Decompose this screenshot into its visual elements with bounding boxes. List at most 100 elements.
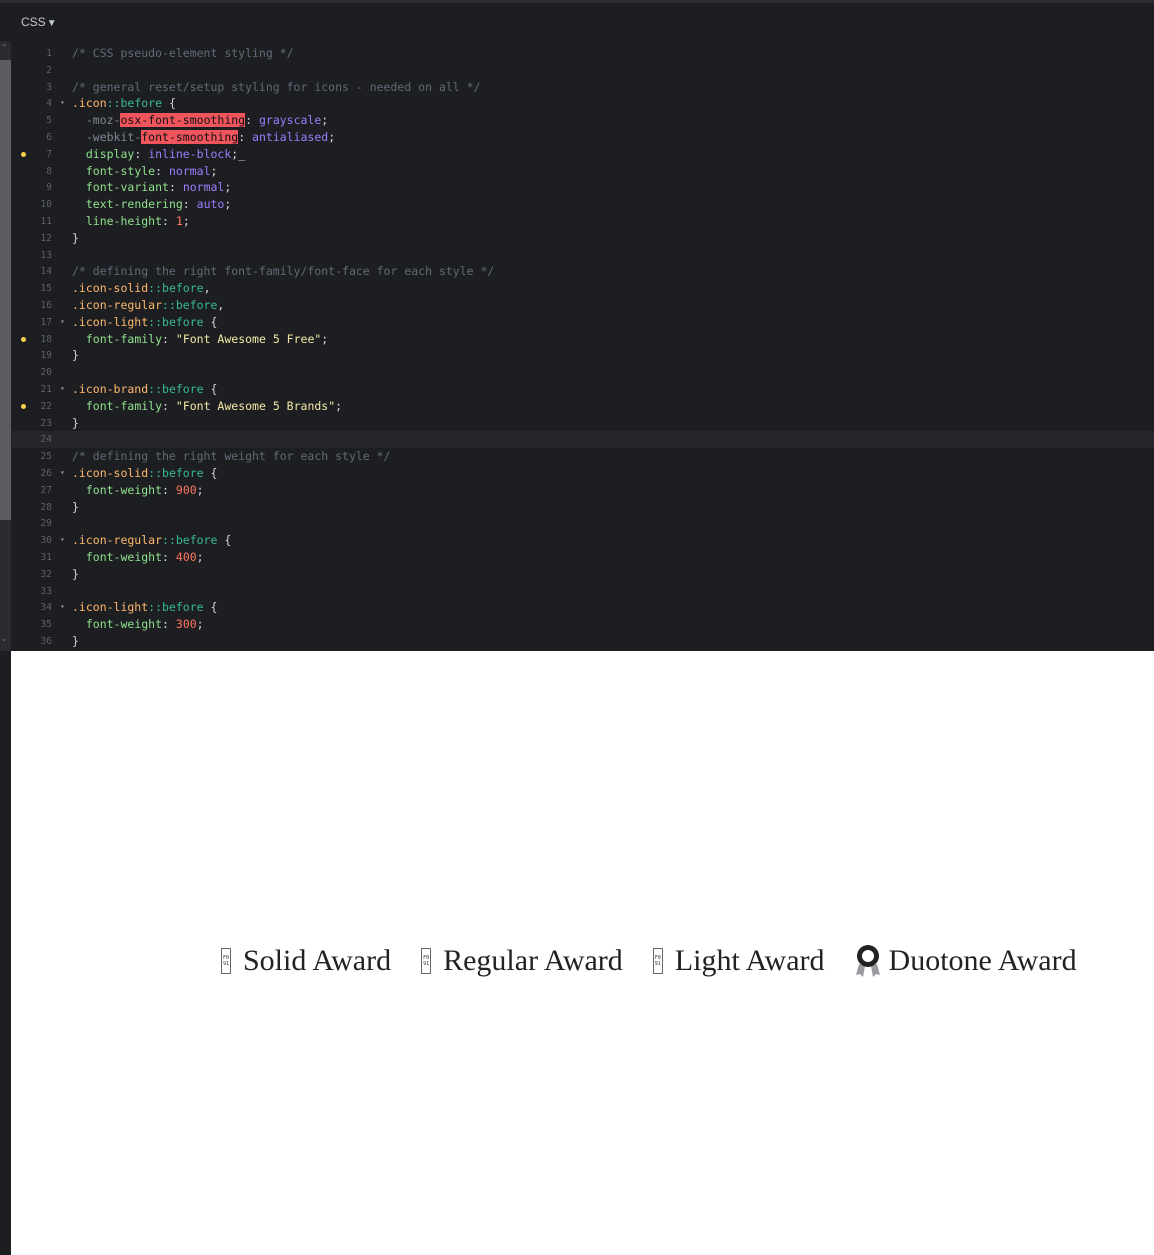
code-token: .icon-solid	[72, 281, 149, 296]
code-line[interactable]: 6 -webkit-font-smoothing: antialiased;	[11, 129, 1154, 146]
code-line[interactable]: 28}	[11, 499, 1154, 516]
code-line[interactable]: 14 /* defining the right font-family/font…	[11, 263, 1154, 280]
code-token: }	[72, 633, 79, 648]
modified-dot-icon	[21, 403, 26, 409]
code-token: line-height	[85, 213, 163, 228]
code-text: text-rendering: auto;	[72, 196, 231, 213]
code-text: }	[72, 499, 79, 516]
code-token: :	[162, 213, 176, 228]
code-line[interactable]: 26 ▾ .icon-solid::before {	[11, 465, 1154, 482]
code-line[interactable]: 24	[11, 431, 1154, 449]
fold-toggle-icon[interactable]: ▾	[60, 381, 65, 398]
scrollbar-thumb[interactable]	[0, 60, 11, 520]
missing-glyph-icon: F0 91	[652, 948, 663, 974]
code-token: ;	[321, 331, 329, 346]
code-token: normal	[168, 163, 211, 178]
code-token: font-smoothing	[141, 129, 239, 144]
fold-toggle-icon[interactable]: ▾	[60, 314, 65, 331]
fold-toggle-icon[interactable]: ▾	[60, 599, 65, 616]
code-token: auto	[196, 197, 225, 212]
code-line[interactable]: 13	[11, 247, 1154, 264]
code-line[interactable]: 35 font-weight: 300;	[11, 616, 1154, 633]
code-text: }	[72, 566, 79, 583]
code-token: :	[162, 617, 176, 632]
code-line[interactable]: 23}	[11, 415, 1154, 432]
code-token: :	[134, 146, 149, 161]
code-line[interactable]: 2	[11, 62, 1154, 79]
line-number: 27	[40, 484, 52, 496]
code-line[interactable]: 8 font-style: normal;	[11, 163, 1154, 180]
code-line[interactable]: 7 display: inline-block;_	[11, 146, 1154, 163]
code-token: ;	[182, 213, 190, 228]
code-text: .icon-light::before {	[72, 599, 217, 616]
code-token: ::before	[162, 533, 218, 548]
chevron-up-icon[interactable]: ⌃	[1, 43, 8, 52]
code-line[interactable]: 29	[11, 515, 1154, 532]
code-token: :	[182, 197, 197, 212]
code-token: 400	[175, 549, 197, 564]
code-line[interactable]: 12}	[11, 230, 1154, 247]
line-number: 2	[46, 64, 52, 76]
code-token: antialiased	[252, 129, 329, 144]
code-token: 900	[175, 482, 197, 497]
code-line[interactable]: 30 ▾ .icon-regular::before {	[11, 532, 1154, 549]
code-text: /* general reset/setup styling for icons…	[72, 79, 481, 96]
code-line[interactable]: 33	[11, 583, 1154, 600]
code-line[interactable]: 11 line-height: 1;	[11, 213, 1154, 230]
awards-row: F0 91 Solid Award F0 91 Regular Award F0 91 L…	[221, 941, 1077, 981]
code-line[interactable]: 19}	[11, 347, 1154, 364]
code-line[interactable]: 17 ▾ .icon-light::before {	[11, 314, 1154, 331]
fold-toggle-icon[interactable]: ▾	[60, 95, 65, 112]
code-line[interactable]: 4 ▾ .icon::before {	[11, 95, 1154, 112]
line-number: 33	[40, 585, 52, 597]
award-item: Duotone Award	[855, 944, 1077, 978]
code-line[interactable]: 27 font-weight: 900;	[11, 482, 1154, 499]
caret-down-icon: ▼	[46, 18, 57, 29]
code-line[interactable]: 18 font-family: "Font Awesome 5 Free";	[11, 331, 1154, 348]
line-number: 26	[40, 467, 52, 479]
code-area[interactable]: 1/* CSS pseudo-element styling */2 3/* ge…	[11, 45, 1154, 650]
line-number: 23	[40, 417, 52, 429]
code-token: }	[72, 348, 79, 363]
code-token: ,	[203, 281, 211, 296]
code-line[interactable]: 1 /* CSS pseudo-element styling */	[11, 45, 1154, 62]
code-line[interactable]: 16 .icon-regular::before,	[11, 297, 1154, 314]
code-line[interactable]: 15 .icon-solid::before,	[11, 280, 1154, 297]
code-token: }	[72, 230, 79, 245]
award-label: Duotone Award	[888, 944, 1077, 977]
code-line[interactable]: 31 font-weight: 400;	[11, 549, 1154, 566]
code-text: font-variant: normal;	[72, 179, 231, 196]
code-line[interactable]: 5 -moz-osx-font-smoothing: grayscale;	[11, 112, 1154, 129]
code-line[interactable]: 34 ▾ .icon-light::before {	[11, 599, 1154, 616]
chevron-down-icon[interactable]: ⌄	[1, 634, 8, 643]
code-token: .icon	[72, 96, 107, 111]
code-token: :	[155, 163, 169, 178]
line-number: 25	[40, 451, 52, 463]
code-line[interactable]: 25 /* defining the right weight for each …	[11, 448, 1154, 465]
line-number: 9	[46, 182, 52, 194]
code-line[interactable]: 32}	[11, 566, 1154, 583]
css-editor-pane[interactable]: CSS▼ ⌃ ⌄ 1 /* CSS pseudo-element styling …	[0, 0, 1154, 651]
code-line[interactable]: 9 font-variant: normal;	[11, 179, 1154, 196]
code-line[interactable]: 36}	[11, 633, 1154, 650]
code-line[interactable]: 10 text-rendering: auto;	[11, 196, 1154, 213]
line-number: 24	[40, 434, 52, 446]
code-token: ;	[210, 163, 218, 178]
line-number: 22	[40, 400, 52, 412]
code-text: }	[72, 415, 79, 432]
code-token: font-weight	[85, 549, 163, 564]
line-number: 28	[40, 501, 52, 513]
code-text: .icon-solid::before {	[72, 465, 217, 482]
language-dropdown-button[interactable]: CSS▼	[21, 15, 57, 29]
code-line[interactable]: 22 font-family: "Font Awesome 5 Brands";	[11, 398, 1154, 415]
code-text: /* CSS pseudo-element styling */	[72, 45, 294, 62]
code-line[interactable]: 3 /* general reset/setup styling for icon…	[11, 79, 1154, 96]
line-number: 7	[46, 148, 52, 160]
code-line[interactable]: 20	[11, 364, 1154, 381]
code-line[interactable]: 21 ▾ .icon-brand::before {	[11, 381, 1154, 398]
award-item: F0 91 Solid Award	[221, 944, 391, 978]
fold-toggle-icon[interactable]: ▾	[60, 532, 65, 549]
fold-toggle-icon[interactable]: ▾	[60, 465, 65, 482]
